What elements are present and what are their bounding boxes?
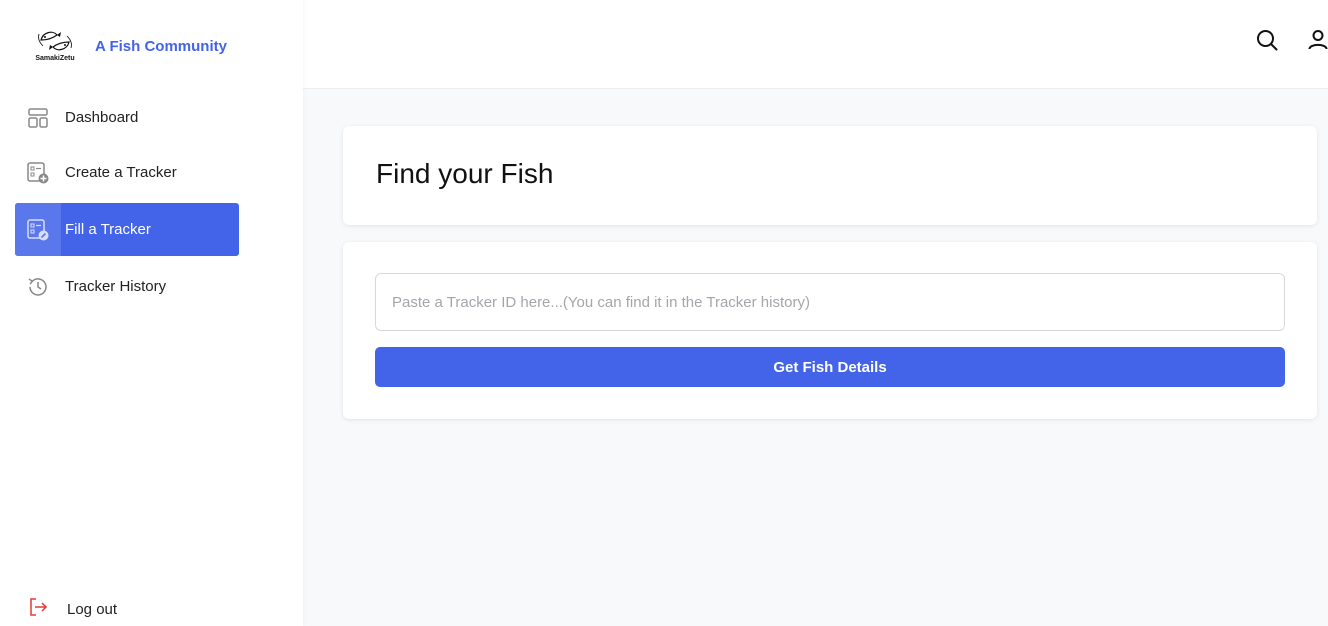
sidebar-item-tracker-history[interactable]: Tracker History [15, 260, 239, 313]
fish-logo-icon [38, 31, 72, 51]
logout-icon [27, 596, 49, 622]
user-icon[interactable] [1306, 28, 1328, 52]
history-icon [25, 274, 51, 300]
title-card: Find your Fish [343, 126, 1317, 225]
logout-button[interactable]: Log out [27, 596, 117, 622]
brand-name: A Fish Community [95, 37, 227, 55]
brand[interactable]: SamakiZetu A Fish Community [30, 26, 227, 66]
logout-label: Log out [67, 600, 118, 618]
search-icon[interactable] [1255, 28, 1279, 52]
topbar [303, 0, 1328, 89]
sidebar-item-dashboard[interactable]: Dashboard [15, 91, 239, 144]
tracker-id-input[interactable] [375, 273, 1285, 331]
sidebar-item-label: Create a Tracker [65, 164, 177, 181]
sidebar-item-label: Dashboard [65, 109, 139, 126]
logo-text: SamakiZetu [35, 55, 75, 62]
get-fish-details-button[interactable]: Get Fish Details [375, 347, 1285, 387]
create-tracker-icon [25, 160, 51, 186]
app-root: SamakiZetu A Fish Community Dashboard Cr… [0, 0, 1328, 626]
logo: SamakiZetu [30, 26, 80, 66]
sidebar-item-create-tracker[interactable]: Create a Tracker [15, 146, 239, 199]
fill-tracker-icon [25, 217, 51, 243]
sidebar: SamakiZetu A Fish Community Dashboard Cr… [0, 0, 303, 626]
sidebar-item-label: Tracker History [65, 278, 167, 295]
tracker-form-card: Get Fish Details [343, 242, 1317, 419]
page-title: Find your Fish [376, 158, 554, 189]
sidebar-item-label: Fill a Tracker [65, 221, 151, 238]
dashboard-icon [25, 105, 51, 131]
sidebar-item-fill-tracker[interactable]: Fill a Tracker [15, 203, 239, 256]
